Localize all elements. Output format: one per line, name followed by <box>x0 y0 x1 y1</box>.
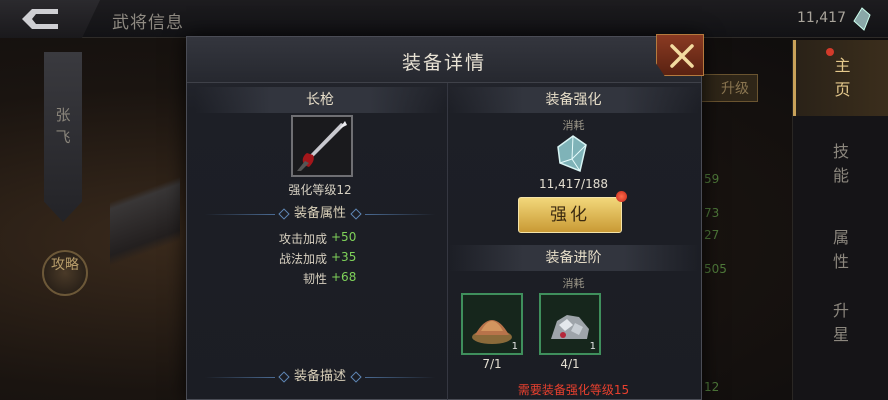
tab-home[interactable]: 主页 <box>793 40 888 116</box>
consume-label: 消耗 <box>562 119 585 132</box>
tab-star-up[interactable]: 升星 <box>793 285 888 361</box>
background-stat-value: 27 <box>704 228 720 242</box>
crystal-icon <box>557 135 587 173</box>
equipment-upgrade-panel: 装备强化 消耗 11,417/188 强化 装备进阶 消耗 1 7/1 1 4/… <box>447 83 699 400</box>
background-stat-value: 505 <box>704 262 727 276</box>
material-slot[interactable]: 1 <box>461 293 523 355</box>
diamond-icon <box>278 370 290 383</box>
diamond-icon <box>350 207 362 220</box>
strategy-label: 攻略 <box>51 257 79 273</box>
screen-title: 武将信息 <box>112 13 184 33</box>
hero-weapon-art <box>110 60 180 390</box>
enhance-button[interactable]: 强化 <box>518 197 622 233</box>
equipment-detail-dialog: 装备详情 长枪 强化等级12 装备属性 攻击加成 +50 战法加成 +35 韧性… <box>186 36 702 400</box>
back-button[interactable] <box>0 0 100 38</box>
currency-amount: 11,417 <box>797 10 846 26</box>
equipment-slot[interactable] <box>291 115 353 177</box>
ore-pile-icon <box>551 315 589 339</box>
dialog-title: 装备详情 <box>401 52 486 74</box>
item-name: 长枪 <box>195 87 445 113</box>
side-tab-bar: 主页 技能 属性 升星 <box>792 40 888 400</box>
tab-label: 属性 <box>832 228 849 271</box>
stat-row: 攻击加成 +50 <box>278 230 357 246</box>
enhance-level: 强化等级12 <box>288 183 352 197</box>
tab-attributes[interactable]: 属性 <box>793 212 888 288</box>
back-arrow-icon <box>22 9 58 29</box>
tab-skills[interactable]: 技能 <box>793 126 888 202</box>
spear-icon <box>293 117 351 175</box>
stat-row: 战法加成 +35 <box>278 250 357 266</box>
strategy-button[interactable]: 攻略 <box>42 250 88 296</box>
dialog-header: 装备详情 <box>187 37 701 83</box>
background-stat-value: 73 <box>704 206 720 220</box>
top-bar: 武将信息 11,417 <box>0 0 888 38</box>
grain-pile-icon <box>472 320 512 344</box>
tab-label: 主页 <box>834 56 851 99</box>
tab-label: 技能 <box>832 142 849 185</box>
crystal-currency-icon <box>853 7 871 31</box>
material-badge: 1 <box>589 341 596 352</box>
close-button[interactable] <box>656 34 704 76</box>
hero-name: 张飞 <box>55 106 71 146</box>
stat-row: 韧性 +68 <box>302 270 357 286</box>
tab-label: 升星 <box>832 301 849 344</box>
divider <box>365 377 435 378</box>
requirement-text: 需要装备强化等级15 <box>517 383 630 397</box>
equipment-info-panel: 长枪 强化等级12 装备属性 攻击加成 +50 战法加成 +35 韧性 +68 … <box>195 83 445 400</box>
level-up-button[interactable]: 升级 <box>700 74 758 102</box>
background-stat-value: 12 <box>704 380 720 394</box>
material-count: 4/1 <box>560 357 580 371</box>
enhance-heading: 装备强化 <box>448 87 699 113</box>
material-badge: 1 <box>511 341 518 352</box>
close-icon <box>670 44 694 68</box>
enhance-cost: 11,417/188 <box>539 177 608 191</box>
diamond-icon <box>350 370 362 383</box>
consume-label: 消耗 <box>562 277 585 290</box>
material-count: 7/1 <box>482 357 502 371</box>
background-stat-value: 59 <box>704 172 720 186</box>
notification-dot <box>616 191 627 202</box>
notification-dot <box>826 48 834 56</box>
advance-heading: 装备进阶 <box>448 245 699 271</box>
diamond-icon <box>278 207 290 220</box>
divider <box>365 214 435 215</box>
material-slot[interactable]: 1 <box>539 293 601 355</box>
